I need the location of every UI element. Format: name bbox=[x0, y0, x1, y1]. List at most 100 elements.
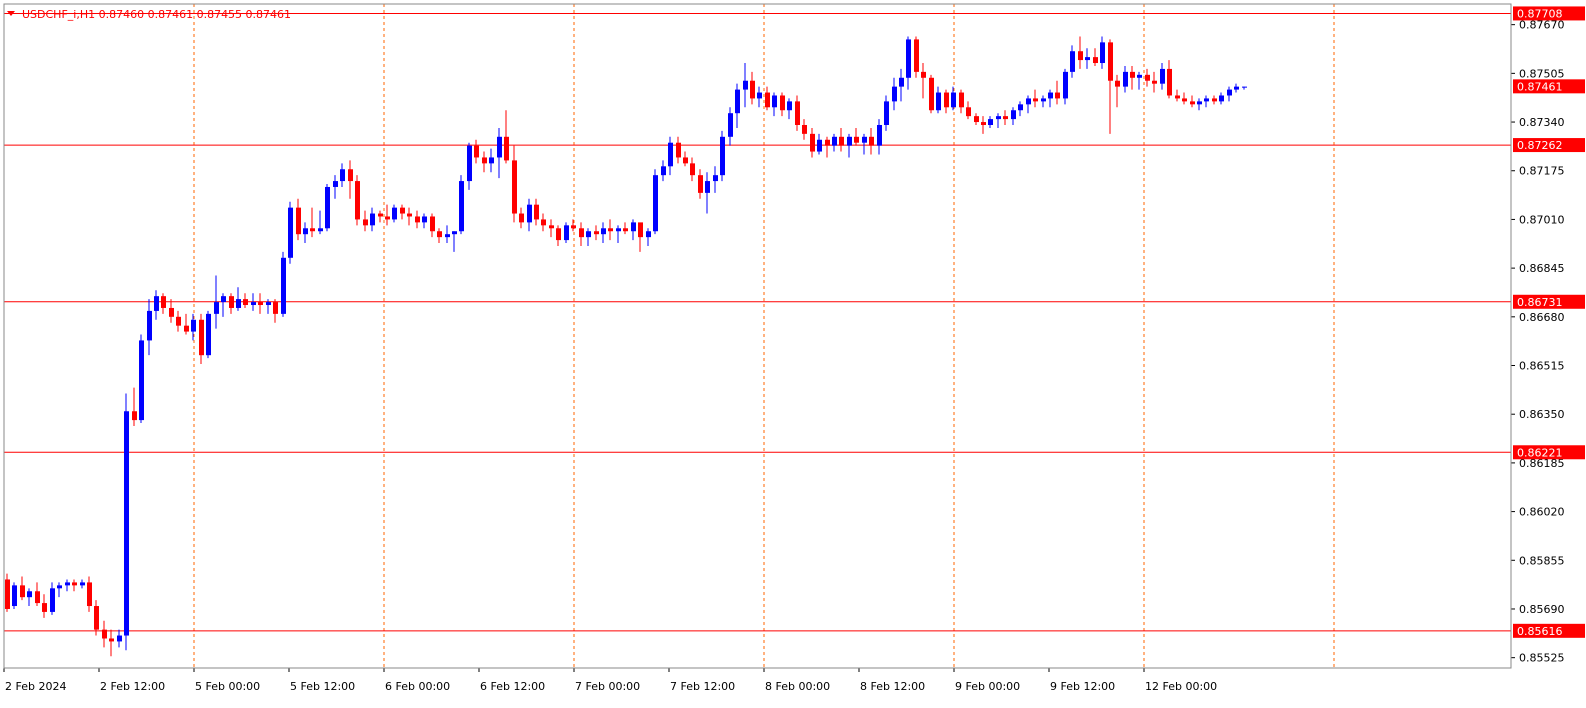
candle-body bbox=[944, 92, 949, 108]
candle-body bbox=[251, 302, 256, 306]
candle-body bbox=[132, 411, 137, 421]
candle-body bbox=[646, 231, 651, 238]
candle-body bbox=[631, 222, 636, 232]
candle-body bbox=[579, 228, 584, 238]
y-tick-label: 0.87505 bbox=[1519, 67, 1565, 80]
candle-body bbox=[117, 635, 122, 642]
candle-body bbox=[184, 325, 189, 332]
candle-body bbox=[1115, 80, 1120, 87]
candle-body bbox=[951, 92, 956, 108]
candle-body bbox=[720, 136, 725, 176]
candle-body bbox=[512, 160, 517, 214]
candle-body bbox=[594, 231, 599, 235]
candle-body bbox=[12, 585, 17, 607]
candle-body bbox=[839, 136, 844, 146]
candle-body bbox=[348, 169, 353, 182]
candle-body bbox=[549, 225, 554, 229]
candle-body bbox=[5, 579, 10, 609]
candle-body bbox=[20, 585, 25, 598]
candle-body bbox=[467, 145, 472, 182]
y-tick-label: 0.87175 bbox=[1519, 165, 1565, 178]
candle-body bbox=[802, 124, 807, 134]
candle-body bbox=[1003, 116, 1008, 120]
candle-body bbox=[1123, 71, 1128, 87]
candle-body bbox=[1093, 57, 1098, 64]
candle-body bbox=[161, 296, 166, 308]
candle-body bbox=[877, 124, 882, 146]
candle-body bbox=[281, 257, 286, 314]
candle-body bbox=[534, 204, 539, 220]
candle-body bbox=[810, 133, 815, 152]
level-price-label: 0.85616 bbox=[1517, 625, 1563, 638]
candle-body bbox=[899, 77, 904, 87]
candle-body bbox=[94, 606, 99, 630]
candle-body bbox=[705, 181, 710, 193]
candle-body bbox=[586, 231, 591, 238]
candle-body bbox=[1026, 98, 1031, 105]
candle-body bbox=[832, 136, 837, 146]
candle-body bbox=[318, 228, 323, 232]
x-tick-label: 9 Feb 00:00 bbox=[955, 680, 1020, 693]
level-price-label: 0.86731 bbox=[1517, 296, 1563, 309]
candle-body bbox=[296, 207, 301, 235]
y-tick-label: 0.86350 bbox=[1519, 408, 1565, 421]
x-tick-label: 7 Feb 00:00 bbox=[575, 680, 640, 693]
candle-body bbox=[459, 181, 464, 232]
candle-body bbox=[80, 582, 85, 586]
candle-body bbox=[1130, 71, 1135, 78]
candle-body bbox=[862, 136, 867, 143]
chart-background bbox=[0, 0, 1586, 708]
candle-body bbox=[1018, 104, 1023, 111]
candle-body bbox=[258, 302, 263, 306]
x-tick-label: 7 Feb 12:00 bbox=[670, 680, 735, 693]
candle-body bbox=[735, 89, 740, 114]
candle-body bbox=[825, 139, 830, 146]
candle-body bbox=[1048, 92, 1053, 99]
candle-body bbox=[1219, 95, 1224, 102]
candle-body bbox=[288, 207, 293, 258]
candle-body bbox=[1167, 68, 1172, 96]
candle-body bbox=[437, 231, 442, 238]
candle-body bbox=[616, 228, 621, 232]
candle-body bbox=[154, 296, 159, 311]
candle-body bbox=[303, 228, 308, 235]
candle-body bbox=[1011, 110, 1016, 120]
y-tick-label: 0.87340 bbox=[1519, 116, 1565, 129]
candle-body bbox=[1055, 92, 1060, 99]
candle-body bbox=[556, 228, 561, 241]
candle-body bbox=[959, 92, 964, 108]
candle-body bbox=[87, 582, 92, 607]
candle-body bbox=[1190, 101, 1195, 105]
candle-body bbox=[906, 39, 911, 78]
y-tick-label: 0.86515 bbox=[1519, 360, 1565, 373]
y-tick-label: 0.86845 bbox=[1519, 262, 1565, 275]
candle-body bbox=[1242, 86, 1247, 88]
candle-body bbox=[929, 77, 934, 111]
candle-body bbox=[1227, 89, 1232, 96]
candle-body bbox=[1160, 68, 1165, 84]
candle-body bbox=[422, 216, 427, 223]
candle-body bbox=[206, 313, 211, 356]
candle-body bbox=[1041, 98, 1046, 102]
candle-body bbox=[229, 296, 234, 308]
candle-body bbox=[527, 204, 532, 223]
candle-body bbox=[780, 95, 785, 111]
candle-body bbox=[914, 39, 919, 72]
x-tick-label: 6 Feb 12:00 bbox=[480, 680, 545, 693]
candle-body bbox=[489, 157, 494, 164]
candle-body bbox=[996, 116, 1001, 120]
candle-body bbox=[1175, 95, 1180, 99]
candle-body bbox=[966, 107, 971, 117]
candlestick-chart[interactable]: 0.87670 0.87505 0.87340 0.87175 0.87010 0.868… bbox=[0, 0, 1586, 708]
candle-body bbox=[981, 122, 986, 125]
candle-body bbox=[1152, 80, 1157, 84]
candle-body bbox=[333, 181, 338, 187]
candle-body bbox=[407, 213, 412, 217]
candle-body bbox=[892, 86, 897, 102]
x-tick-label: 2 Feb 2024 bbox=[5, 680, 66, 693]
level-price-label: 0.86221 bbox=[1517, 446, 1563, 459]
symbol-header: USDCHF_i,H1 0.87460 0.87461 0.87455 0.87… bbox=[22, 8, 291, 21]
candle-body bbox=[1212, 98, 1217, 102]
candle-body bbox=[847, 136, 852, 146]
candle-body bbox=[65, 582, 70, 586]
